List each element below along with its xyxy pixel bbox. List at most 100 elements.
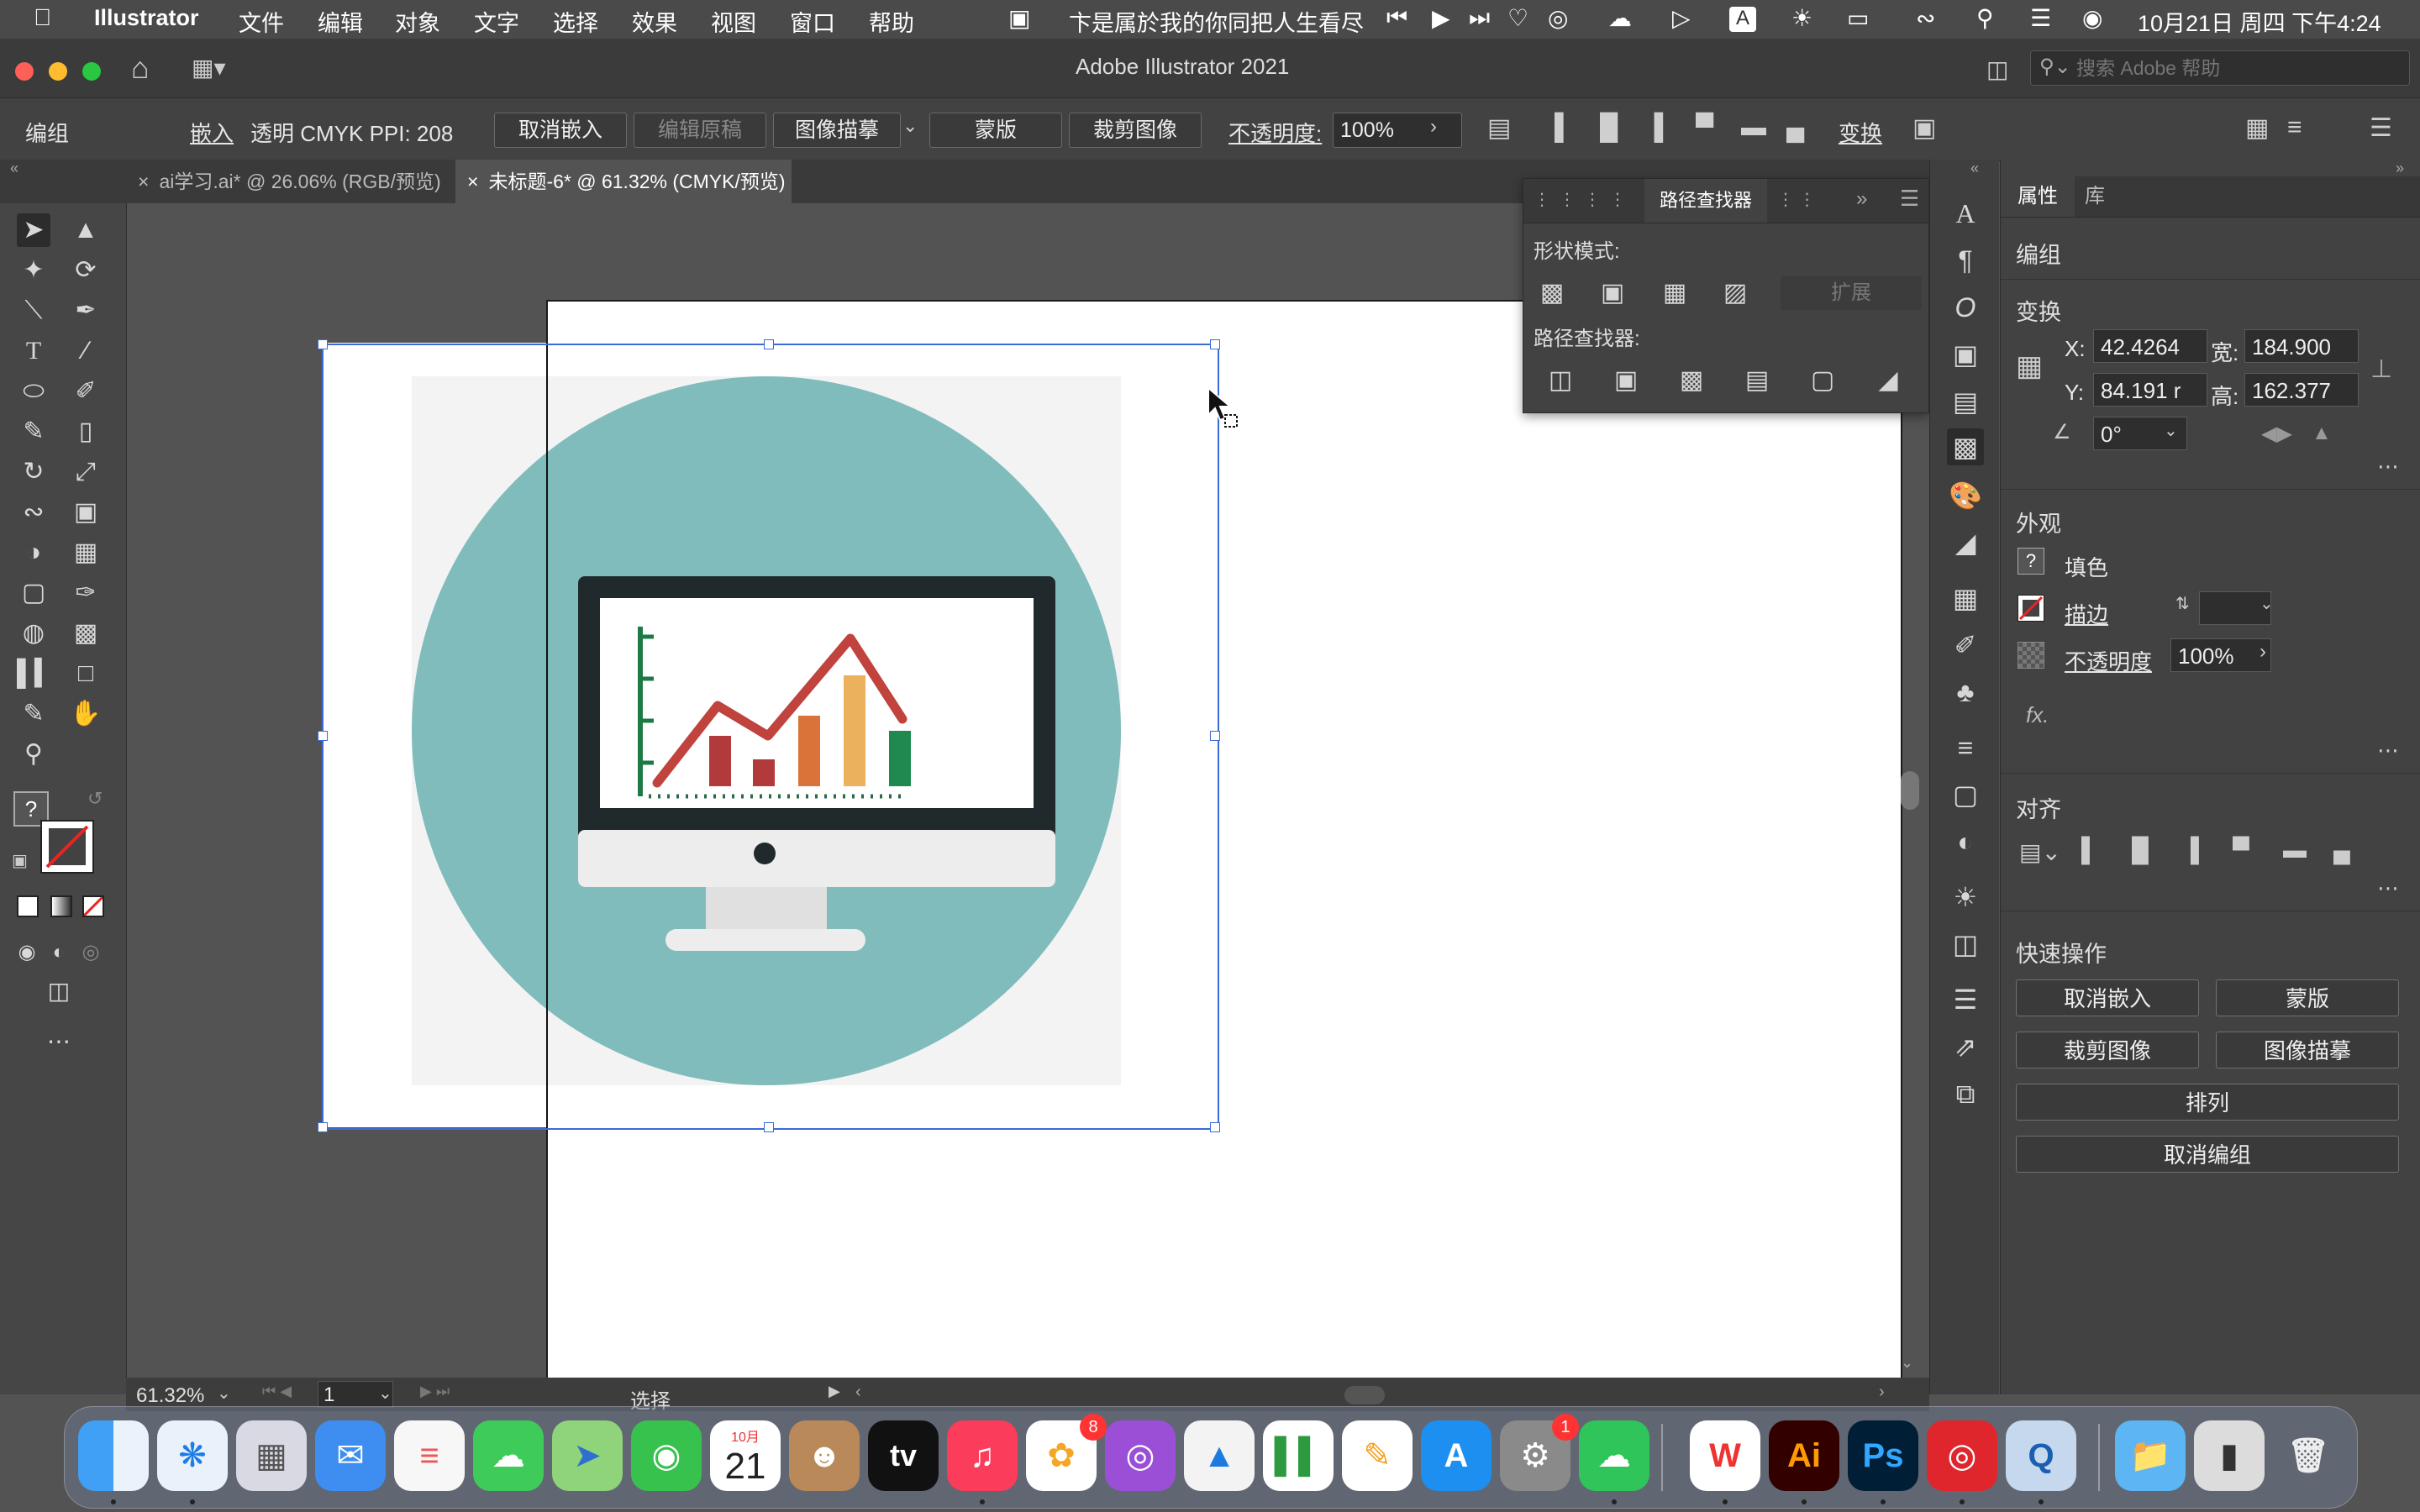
layers-panel-icon[interactable]: ☰ xyxy=(1947,981,1984,1018)
transform-panel-icon[interactable]: ▣ xyxy=(1947,336,1984,373)
crop-image-button[interactable]: 裁剪图像 xyxy=(1069,113,1202,148)
unembed-button[interactable]: 取消嵌入 xyxy=(494,113,627,148)
character-panel-icon[interactable]: A xyxy=(1947,195,1984,232)
brushes-panel-icon[interactable]: ✐ xyxy=(1947,627,1984,664)
menu-object[interactable]: 对象 xyxy=(395,5,440,38)
transform-link[interactable]: 变换 xyxy=(1839,117,1882,148)
control-bar-menu-icon[interactable]: ☰ xyxy=(2370,113,2392,143)
arrange-button[interactable]: 排列 xyxy=(2016,1084,2399,1121)
gradient-mode-icon[interactable] xyxy=(50,895,72,917)
symbol-sprayer-tool-icon[interactable]: ▩ xyxy=(69,617,103,650)
crop-icon[interactable]: ▤ xyxy=(1742,365,1772,396)
graphic-styles-icon[interactable]: ◫ xyxy=(1947,926,1984,963)
menu-view[interactable]: 视图 xyxy=(711,5,756,38)
vertical-scrollbar-thumb[interactable] xyxy=(1901,771,1919,810)
eraser-tool-icon[interactable]: ▯ xyxy=(69,415,103,449)
input-method-icon[interactable]: A xyxy=(1729,7,1756,32)
trash-icon[interactable]: 🗑 xyxy=(2273,1420,2344,1491)
symbols-panel-icon[interactable]: ♣ xyxy=(1947,674,1984,711)
menu-clock[interactable]: 10月21日 周四 下午4:24 xyxy=(2138,5,2381,38)
transparency-panel-icon[interactable]: ◐ xyxy=(1947,823,1984,860)
help-search-input[interactable] xyxy=(2075,55,2397,81)
apple-tv-icon[interactable]: tv xyxy=(868,1420,939,1491)
image-trace-dropdown-icon[interactable]: ⌄ xyxy=(902,115,918,137)
heart-icon[interactable]: ♡ xyxy=(1507,4,1528,32)
resize-handle[interactable] xyxy=(318,1122,328,1132)
collapse-dock-icon[interactable]: « xyxy=(1970,160,1979,177)
reminders-icon[interactable]: ≡ xyxy=(394,1420,465,1491)
zoom-level[interactable]: 61.32% xyxy=(136,1384,204,1408)
embed-link[interactable]: 嵌入 xyxy=(190,117,234,148)
angle-dropdown-icon[interactable]: ⌄ xyxy=(2164,420,2178,441)
scroll-left-icon[interactable]: ‹ xyxy=(855,1383,861,1402)
align-to-icon[interactable]: ▤ xyxy=(1487,113,1511,143)
more-options-icon[interactable]: ⋯ xyxy=(2377,454,2399,480)
rotate-tool-icon[interactable]: ↻ xyxy=(17,455,50,489)
app-menu[interactable]: Illustrator xyxy=(94,5,199,31)
mask-button[interactable]: 蒙版 xyxy=(929,113,1062,148)
magic-wand-tool-icon[interactable]: ✦ xyxy=(17,254,50,287)
expand-button[interactable]: 扩展 xyxy=(1781,276,1922,310)
panel-menu-icon[interactable]: ☰ xyxy=(1900,186,1919,212)
mail-icon[interactable]: ✉ xyxy=(315,1420,386,1491)
document-tab-active[interactable]: × 未标题-6* @ 61.32% (CMYK/预览) xyxy=(455,160,792,203)
fill-label[interactable]: 填色 xyxy=(2065,551,2108,582)
slice-tool-icon[interactable]: ✎ xyxy=(17,697,50,731)
hand-tool-icon[interactable]: ✋ xyxy=(69,697,103,731)
outline-icon[interactable]: ▢ xyxy=(1807,365,1838,396)
close-tab-icon[interactable]: × xyxy=(467,171,478,192)
collapse-panel-icon[interactable]: » xyxy=(2396,160,2404,177)
pen-tool-icon[interactable]: ✒ xyxy=(69,294,103,328)
stroke-weight-stepper-icon[interactable]: ⇅ xyxy=(2175,593,2190,614)
numbers-icon[interactable]: ▌▌ xyxy=(1263,1420,1334,1491)
align-top-icon[interactable]: ▀ xyxy=(1696,113,1713,142)
home-icon[interactable]: ⌂ xyxy=(131,50,150,86)
trim-icon[interactable]: ▣ xyxy=(1611,365,1641,396)
eyedropper-tool-icon[interactable]: ✑ xyxy=(69,576,103,610)
play-icon[interactable]: ▶ xyxy=(1432,4,1450,32)
resize-handle[interactable] xyxy=(764,339,774,349)
opentype-panel-icon[interactable]: O xyxy=(1947,289,1984,326)
selection-tool-icon[interactable]: ➤ xyxy=(17,213,50,247)
spotlight-search-icon[interactable]: ⚲ xyxy=(1976,4,1994,32)
contacts-icon[interactable]: ☻ xyxy=(789,1420,860,1491)
quick-crop-image-button[interactable]: 裁剪图像 xyxy=(2016,1032,2199,1068)
screen-mode-icon[interactable]: ◫ xyxy=(42,974,76,1008)
facetime-icon[interactable]: ◉ xyxy=(631,1420,702,1491)
netease-music-icon[interactable]: ◎ xyxy=(1927,1420,1997,1491)
more-options-icon[interactable]: ⋯ xyxy=(2377,738,2399,764)
more-options-icon[interactable]: ⋯ xyxy=(2377,875,2399,901)
align-top-icon[interactable]: ▀ xyxy=(2233,837,2249,864)
downloads-folder-icon[interactable]: 📁 xyxy=(2115,1420,2186,1491)
distribute-icon[interactable]: ≡ xyxy=(2287,113,2302,142)
minus-front-icon[interactable]: ▣ xyxy=(1597,278,1628,308)
x-input[interactable]: 42.4264 xyxy=(2093,329,2207,363)
gradient-panel-icon[interactable]: ▢ xyxy=(1947,776,1984,813)
menu-type[interactable]: 文字 xyxy=(474,5,519,38)
free-transform-tool-icon[interactable]: ▣ xyxy=(69,496,103,529)
quick-mask-button[interactable]: 蒙版 xyxy=(2216,979,2399,1016)
selection-bounding-box[interactable] xyxy=(322,344,1219,1130)
artboard-tool-icon[interactable]: □ xyxy=(69,657,103,690)
resize-handle[interactable] xyxy=(1210,731,1220,741)
lasso-tool-icon[interactable]: ⟳ xyxy=(69,254,103,287)
opacity-label[interactable]: 不透明度: xyxy=(1228,117,1322,148)
column-graph-tool-icon[interactable]: ▌▍ xyxy=(17,657,54,690)
artboards-panel-icon[interactable]: ⧉ xyxy=(1947,1075,1984,1112)
minus-back-icon[interactable]: ◢ xyxy=(1873,365,1903,396)
color-guide-icon[interactable]: ◢ xyxy=(1947,524,1984,561)
close-tab-icon[interactable]: × xyxy=(138,171,149,192)
wechat-status-icon[interactable]: ☁ xyxy=(1608,4,1632,32)
opacity-arrow-icon[interactable]: › xyxy=(2260,640,2266,664)
messages-icon[interactable]: ☁ xyxy=(473,1420,544,1491)
tab-pathfinder[interactable]: 路径查找器 xyxy=(1644,179,1767,223)
opacity-arrow-icon[interactable]: › xyxy=(1430,115,1437,139)
control-center-icon[interactable]: ☰ xyxy=(2030,4,2051,32)
safari-icon[interactable]: ❋ xyxy=(157,1420,228,1491)
opacity-input[interactable]: 100% xyxy=(1333,113,1462,148)
wps-status-icon[interactable]: ▣ xyxy=(1008,4,1030,32)
tab-properties[interactable]: 属性 xyxy=(2001,176,2075,217)
keynote-icon[interactable]: ▲ xyxy=(1184,1420,1255,1491)
resize-handle[interactable] xyxy=(318,731,328,741)
pathfinder-panel-icon[interactable]: ▩ xyxy=(1947,428,1984,465)
